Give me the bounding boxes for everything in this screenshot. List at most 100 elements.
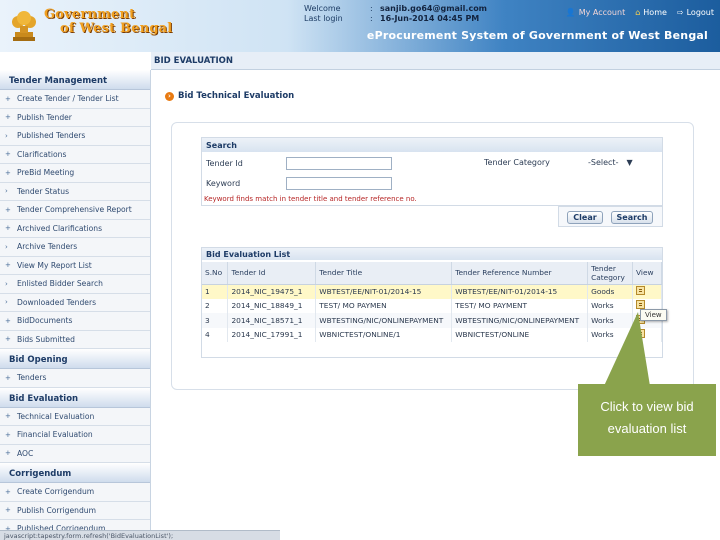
- search-button-area: Clear Search: [558, 206, 663, 227]
- cell-reference-number: TEST/ MO PAYMENT: [451, 298, 589, 313]
- tender-id-input[interactable]: [286, 157, 392, 170]
- view-icon[interactable]: [636, 329, 646, 339]
- sidebar-item-clarifications[interactable]: + Clarifications: [0, 146, 150, 164]
- last-login-value: 16-Jun-2014 04:45 PM: [380, 14, 480, 23]
- sidebar-item-label: Archive Tenders: [17, 242, 78, 252]
- state-emblem-icon: [12, 11, 36, 41]
- cell-tender-title: WBTESTING/NIC/ONLINEPAYMENT: [315, 313, 453, 328]
- sidebar-item-technical-evaluation[interactable]: + Technical Evaluation: [0, 408, 150, 426]
- chevron-right-icon: ›: [5, 131, 8, 140]
- sidebar-item-publish-tender[interactable]: + Publish Tender: [0, 109, 150, 127]
- sidebar-item-financial-evaluation[interactable]: + Financial Evaluation: [0, 426, 150, 445]
- sidebar-section-tender-management[interactable]: Tender Management: [0, 70, 150, 90]
- chevron-right-icon: ›: [5, 242, 8, 251]
- sidebar-item-prebid-meeting[interactable]: + PreBid Meeting: [0, 164, 150, 183]
- cell-tender-id: 2014_NIC_18849_1: [227, 298, 317, 313]
- sidebar-item-view-report-list[interactable]: + View My Report List: [0, 257, 150, 275]
- plus-icon: +: [5, 168, 11, 177]
- col-view: View: [632, 262, 662, 285]
- sidebar-section-bid-evaluation[interactable]: Bid Evaluation: [0, 387, 150, 408]
- col-sno: S.No: [202, 262, 229, 285]
- sidebar-item-label: Tender Status: [17, 186, 70, 196]
- sidebar-item-label: AOC: [17, 448, 34, 458]
- sidebar-item-label: Create Corrigendum: [17, 487, 95, 497]
- view-icon[interactable]: [636, 286, 646, 295]
- plus-icon: +: [5, 506, 11, 515]
- sidebar-item-create-tender[interactable]: + Create Tender / Tender List: [0, 90, 150, 109]
- app-header: Government of West Bengal Welcome : sanj…: [0, 0, 720, 52]
- cell-tender-category: Works: [587, 327, 634, 342]
- page-tab-title: BID EVALUATION: [154, 56, 234, 66]
- sidebar-item-tenders[interactable]: + Tenders: [0, 369, 150, 388]
- plus-icon: +: [5, 430, 11, 439]
- sidebar-item-create-corrigendum[interactable]: + Create Corrigendum: [0, 483, 150, 502]
- sidebar-item-enlisted-bidder-search[interactable]: › Enlisted Bidder Search: [0, 275, 150, 294]
- top-nav: 👤 My Account ⌂ Home ⇨ Logout: [566, 8, 714, 17]
- arrow-bullet-icon: ›: [165, 91, 174, 101]
- table-row[interactable]: 2 2014_NIC_18849_1 TEST/ MO PAYMEN TEST/…: [202, 298, 662, 313]
- user-email: sanjib.go64@gmail.com: [380, 4, 488, 13]
- sidebar-item-label: Tenders: [17, 373, 47, 383]
- logout-link[interactable]: ⇨ Logout: [677, 8, 714, 17]
- plus-icon: +: [5, 261, 11, 270]
- sidebar-item-comprehensive-report[interactable]: + Tender Comprehensive Report: [0, 201, 150, 220]
- cell-tender-id: 2014_NIC_17991_1: [227, 327, 317, 342]
- sidebar-item-bids-submitted[interactable]: + Bids Submitted: [0, 331, 150, 349]
- last-login-label: Last login: [304, 14, 343, 23]
- keyword-input[interactable]: [286, 177, 392, 190]
- sidebar-item-archived-clarifications[interactable]: + Archived Clarifications: [0, 220, 150, 238]
- sidebar-item-bid-documents[interactable]: + BidDocuments: [0, 312, 150, 331]
- cell-tender-category: Works: [587, 298, 634, 313]
- sidebar-top-spacer: [0, 52, 151, 70]
- plus-icon: +: [5, 205, 11, 214]
- view-tooltip: View: [640, 309, 667, 321]
- my-account-link[interactable]: 👤 My Account: [566, 8, 625, 17]
- search-button[interactable]: Search: [611, 211, 653, 224]
- home-link[interactable]: ⌂ Home: [635, 8, 667, 17]
- sidebar-item-published-tenders[interactable]: › Published Tenders: [0, 127, 150, 146]
- sidebar-section-bid-opening[interactable]: Bid Opening: [0, 349, 150, 369]
- plus-icon: +: [5, 150, 11, 159]
- sidebar-item-aoc[interactable]: + AOC: [0, 445, 150, 463]
- keyword-row: Keyword: [206, 177, 392, 190]
- sidebar-item-downloaded-tenders[interactable]: › Downloaded Tenders: [0, 294, 150, 312]
- sidebar-item-label: BidDocuments: [17, 316, 73, 326]
- sidebar-item-label: View My Report List: [17, 260, 92, 270]
- sidebar-item-tender-status[interactable]: › Tender Status: [0, 183, 150, 201]
- search-title: Search: [202, 138, 662, 152]
- sidebar-item-label: Tender Comprehensive Report: [17, 205, 132, 215]
- table-row[interactable]: 3 2014_NIC_18571_1 WBTESTING/NIC/ONLINEP…: [202, 313, 662, 328]
- view-icon[interactable]: [636, 300, 646, 310]
- tender-category-value: -Select-: [588, 158, 619, 167]
- tender-category-label: Tender Category: [484, 158, 550, 167]
- logout-icon: ⇨: [676, 8, 684, 17]
- sidebar-item-label: PreBid Meeting: [17, 168, 75, 178]
- table-row[interactable]: 4 2014_NIC_17991_1 WBNICTEST/ONLINE/1 WB…: [202, 327, 662, 342]
- sidebar-item-publish-corrigendum[interactable]: + Publish Corrigendum: [0, 502, 150, 520]
- plus-icon: +: [5, 113, 11, 122]
- browser-status-bar: javascript:tapestry.form.refresh('BidEva…: [0, 530, 280, 540]
- bid-evaluation-list: Bid Evaluation List S.No Tender Id Tende…: [201, 247, 663, 358]
- tender-category-select[interactable]: -Select- ▼: [588, 158, 633, 167]
- plus-icon: +: [5, 224, 11, 233]
- tender-category-row: Tender Category -Select- ▼: [484, 158, 633, 167]
- logout-label: Logout: [686, 8, 714, 17]
- sidebar-section-corrigendum[interactable]: Corrigendum: [0, 463, 150, 483]
- bid-evaluation-table: S.No Tender Id Tender Title Tender Refer…: [202, 262, 662, 342]
- sidebar-item-archive-tenders[interactable]: › Archive Tenders: [0, 238, 150, 257]
- cell-reference-number: WBTEST/EE/NIT-01/2014-15: [451, 284, 589, 299]
- sidebar-item-label: Enlisted Bidder Search: [17, 279, 103, 289]
- clear-button[interactable]: Clear: [567, 211, 603, 224]
- cell-view: [632, 284, 662, 299]
- table-row[interactable]: 1 2014_NIC_19475_1 WBTEST/EE/NIT-01/2014…: [202, 284, 662, 299]
- cell-reference-number: WBNICTEST/ONLINE: [451, 327, 589, 342]
- cell-tender-title: WBTEST/EE/NIT-01/2014-15: [315, 284, 453, 299]
- page-subtitle: › Bid Technical Evaluation: [165, 91, 294, 101]
- cell-tender-title: WBNICTEST/ONLINE/1: [315, 327, 453, 342]
- welcome-label: Welcome: [304, 4, 341, 13]
- instruction-callout: Click to view bid evaluation list: [578, 384, 716, 456]
- cell-tender-title: TEST/ MO PAYMEN: [315, 298, 453, 313]
- plus-icon: +: [5, 316, 11, 325]
- separator-colon: :: [370, 4, 373, 13]
- table-header-row: S.No Tender Id Tender Title Tender Refer…: [202, 262, 662, 285]
